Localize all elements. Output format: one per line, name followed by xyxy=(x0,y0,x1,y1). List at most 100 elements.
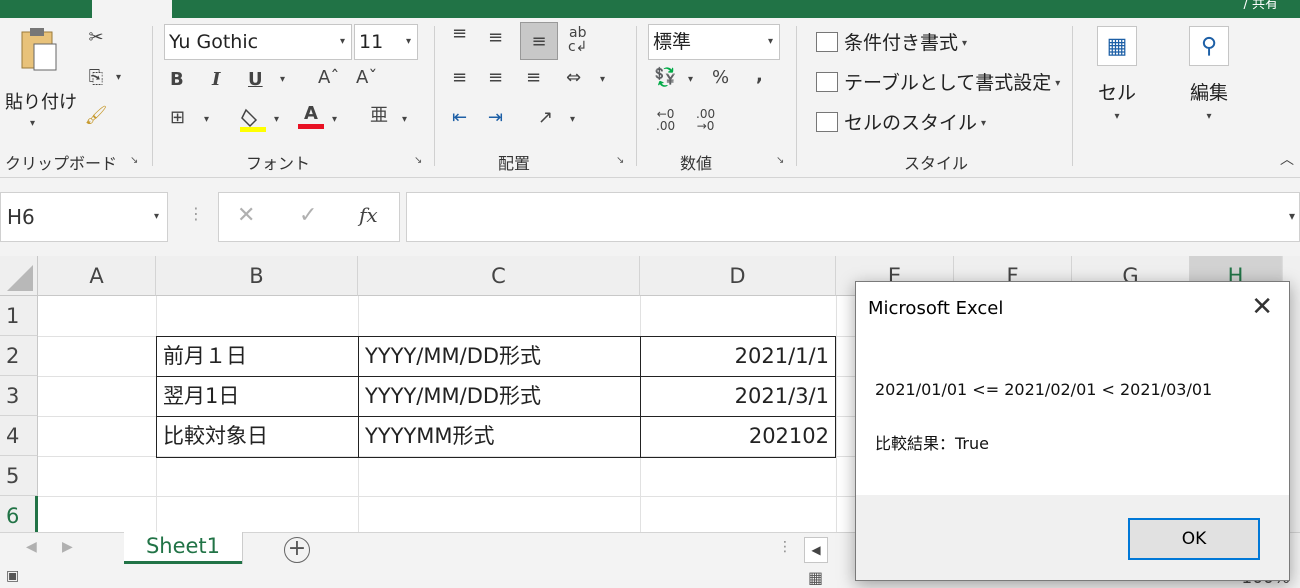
fill-color-dropdown-icon[interactable]: ▾ xyxy=(274,110,279,130)
orientation-dropdown-icon[interactable]: ▾ xyxy=(570,110,575,130)
borders-icon[interactable]: ⊞ xyxy=(170,108,185,128)
column-header-c[interactable]: C xyxy=(358,256,640,296)
cell-b2[interactable]: 前月１日 xyxy=(157,336,357,376)
paste-icon[interactable] xyxy=(14,26,62,74)
normal-view-icon[interactable]: ▦ xyxy=(808,568,823,587)
row-header-5[interactable]: 5 xyxy=(0,456,38,496)
cell-c3[interactable]: YYYY/MM/DD形式 xyxy=(359,376,639,416)
message-box: Microsoft Excel ✕ 2021/01/01 <= 2021/02/… xyxy=(855,281,1290,581)
scroll-left-button[interactable]: ◀ xyxy=(804,537,828,563)
cancel-icon[interactable]: ✕ xyxy=(237,203,255,228)
cell-c4[interactable]: YYYYMM形式 xyxy=(359,416,639,456)
italic-button[interactable]: I xyxy=(212,70,220,90)
alignment-launcher-icon[interactable]: ↘ xyxy=(616,155,624,166)
align-middle-icon[interactable]: ≡ xyxy=(488,28,503,48)
alignment-group-label: 配置 xyxy=(498,154,531,173)
tab-splitter-icon[interactable]: ⋮ xyxy=(778,539,792,555)
increase-indent-icon[interactable]: ⇥ xyxy=(488,108,503,128)
paste-button[interactable]: 貼り付け xyxy=(5,88,77,114)
borders-dropdown-icon[interactable]: ▾ xyxy=(204,110,209,130)
align-left-icon[interactable]: ≡ xyxy=(452,68,467,88)
row-header-2[interactable]: 2 xyxy=(0,336,38,376)
column-header-a[interactable]: A xyxy=(38,256,156,296)
font-name-combo[interactable]: Yu Gothic ▾ xyxy=(164,24,352,60)
cut-icon[interactable]: ✂ xyxy=(84,28,108,48)
format-as-table-button[interactable]: テーブルとして書式設定 ▾ xyxy=(816,68,1060,95)
cells-icon: ▦ xyxy=(1097,26,1137,66)
font-color-icon[interactable]: A xyxy=(298,104,324,129)
underline-dropdown-icon[interactable]: ▾ xyxy=(280,70,285,90)
copy-dropdown-icon[interactable]: ▾ xyxy=(116,68,121,88)
next-sheet-icon[interactable]: ▶ xyxy=(62,539,73,555)
increase-font-icon[interactable]: Aˆ xyxy=(318,68,339,88)
row-header-6[interactable]: 6 xyxy=(0,496,38,536)
row-header-1[interactable]: 1 xyxy=(0,296,38,336)
cell-d4[interactable]: 202102 xyxy=(641,416,835,456)
clipboard-launcher-icon[interactable]: ↘ xyxy=(130,155,138,166)
select-all-button[interactable] xyxy=(0,256,38,296)
name-box[interactable]: H6 ▾ xyxy=(0,192,168,242)
ok-button[interactable]: OK xyxy=(1128,518,1260,560)
percent-button[interactable]: % xyxy=(712,68,729,88)
sheet-tab-sheet1[interactable]: Sheet1 xyxy=(124,532,242,564)
ribbon-tab-home[interactable] xyxy=(92,0,172,18)
paste-dropdown-icon[interactable]: ▾ xyxy=(30,114,35,134)
column-header-b[interactable]: B xyxy=(156,256,358,296)
decrease-decimal-icon[interactable]: .00 →0 xyxy=(696,108,715,132)
cell-d2[interactable]: 2021/1/1 xyxy=(641,336,835,376)
font-launcher-icon[interactable]: ↘ xyxy=(414,155,422,166)
align-bottom-icon[interactable]: ≡ xyxy=(520,22,558,60)
title-bar: / 共有 xyxy=(0,0,1300,18)
align-top-icon[interactable]: ≡ xyxy=(452,24,467,44)
align-center-icon[interactable]: ≡ xyxy=(488,68,503,88)
macro-record-icon[interactable]: ▣ xyxy=(6,568,19,584)
format-painter-icon[interactable]: 🖌 xyxy=(84,106,108,126)
font-size-combo[interactable]: 11 ▾ xyxy=(354,24,418,60)
cells-button[interactable]: ▦ セル ▾ xyxy=(1082,26,1152,122)
formula-buttons: ✕ ✓ fx xyxy=(218,192,400,242)
decrease-indent-icon[interactable]: ⇤ xyxy=(452,108,467,128)
accounting-format-icon[interactable]: 💱 xyxy=(654,68,676,88)
font-color-dropdown-icon[interactable]: ▾ xyxy=(332,110,337,130)
cell-c2[interactable]: YYYY/MM/DD形式 xyxy=(359,336,639,376)
increase-decimal-icon[interactable]: ←0.00 xyxy=(656,108,675,132)
editing-button[interactable]: ⚲ 編集 ▾ xyxy=(1174,26,1244,122)
conditional-formatting-button[interactable]: 条件付き書式 ▾ xyxy=(816,28,967,55)
wrap-text-icon[interactable]: ab c↲ xyxy=(568,26,587,54)
conditional-formatting-icon xyxy=(816,32,838,52)
fill-color-icon[interactable] xyxy=(240,106,266,137)
add-sheet-icon[interactable]: + xyxy=(284,537,310,563)
enter-icon[interactable]: ✓ xyxy=(299,203,317,228)
row-header-3[interactable]: 3 xyxy=(0,376,38,416)
dialog-title: Microsoft Excel xyxy=(868,298,1004,319)
formula-bar-grip[interactable]: ⋮ xyxy=(188,204,204,223)
cell-b4[interactable]: 比較対象日 xyxy=(157,416,357,456)
comma-button[interactable]: , xyxy=(756,66,763,86)
prev-sheet-icon[interactable]: ◀ xyxy=(26,539,37,555)
accounting-dropdown-icon[interactable]: ▾ xyxy=(688,70,693,90)
merge-center-icon[interactable]: ⇔ xyxy=(566,68,581,88)
cell-d3[interactable]: 2021/3/1 xyxy=(641,376,835,416)
row-header-4[interactable]: 4 xyxy=(0,416,38,456)
collapse-ribbon-icon[interactable]: ︿ xyxy=(1280,150,1294,170)
formula-input[interactable]: ▾ xyxy=(406,192,1300,242)
column-header-d[interactable]: D xyxy=(640,256,836,296)
phonetic-dropdown-icon[interactable]: ▾ xyxy=(402,110,407,130)
cell-b3[interactable]: 翌月1日 xyxy=(157,376,357,416)
number-launcher-icon[interactable]: ↘ xyxy=(776,155,784,166)
align-right-icon[interactable]: ≡ xyxy=(526,68,541,88)
format-as-table-icon xyxy=(816,72,838,92)
number-format-combo[interactable]: 標準 ▾ xyxy=(648,24,780,60)
decrease-font-icon[interactable]: Aˇ xyxy=(356,68,377,88)
underline-button[interactable]: U xyxy=(248,70,263,90)
copy-icon[interactable]: ⎘ xyxy=(84,68,108,88)
merge-dropdown-icon[interactable]: ▾ xyxy=(600,70,605,90)
share-button[interactable]: / 共有 xyxy=(1243,0,1278,11)
expand-formula-icon[interactable]: ▾ xyxy=(1289,209,1295,223)
close-icon[interactable]: ✕ xyxy=(1251,292,1273,322)
insert-function-icon[interactable]: fx xyxy=(359,203,378,227)
bold-button[interactable]: B xyxy=(170,70,184,90)
cell-styles-button[interactable]: セルのスタイル ▾ xyxy=(816,108,986,135)
phonetic-icon[interactable]: 亜 xyxy=(370,106,388,126)
orientation-icon[interactable]: ↗ xyxy=(538,108,553,128)
